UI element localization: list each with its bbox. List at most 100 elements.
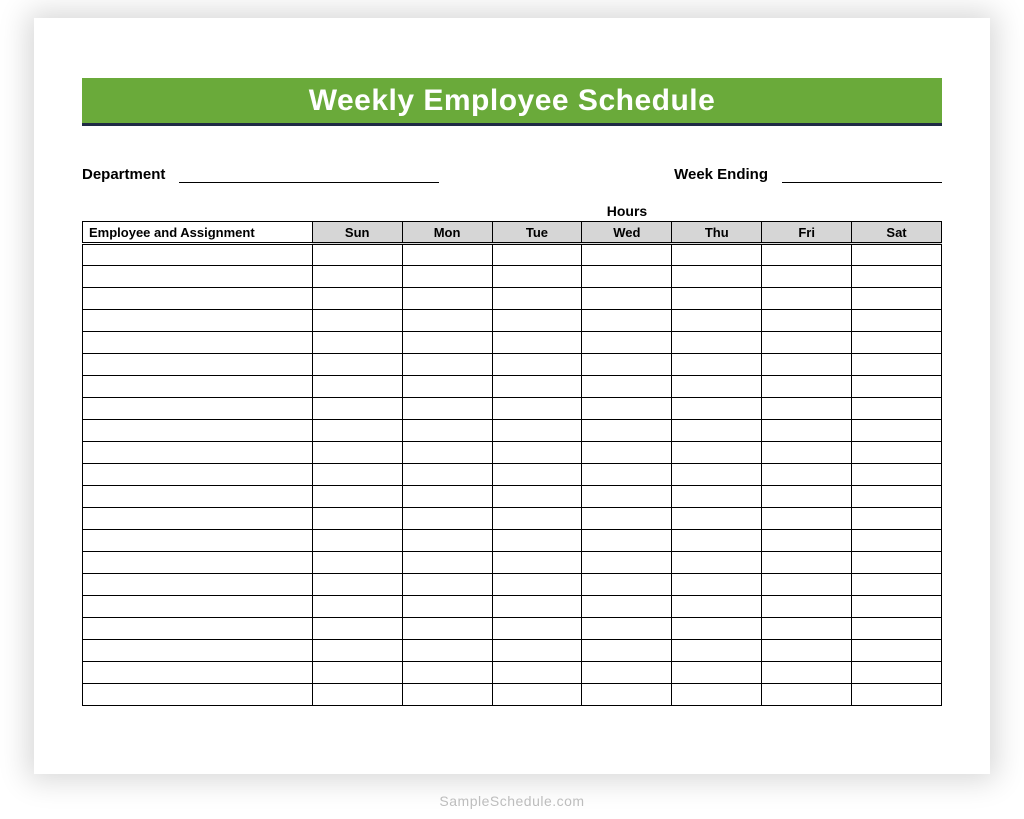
cell-wed[interactable] — [582, 508, 672, 530]
cell-thu[interactable] — [672, 508, 762, 530]
cell-mon[interactable] — [402, 244, 492, 266]
cell-sun[interactable] — [312, 640, 402, 662]
cell-employee[interactable] — [83, 310, 313, 332]
cell-sun[interactable] — [312, 508, 402, 530]
cell-fri[interactable] — [762, 420, 852, 442]
cell-fri[interactable] — [762, 508, 852, 530]
cell-thu[interactable] — [672, 266, 762, 288]
cell-employee[interactable] — [83, 398, 313, 420]
cell-sat[interactable] — [852, 244, 942, 266]
cell-thu[interactable] — [672, 420, 762, 442]
cell-wed[interactable] — [582, 376, 672, 398]
cell-tue[interactable] — [492, 508, 582, 530]
cell-wed[interactable] — [582, 442, 672, 464]
cell-tue[interactable] — [492, 464, 582, 486]
cell-sun[interactable] — [312, 574, 402, 596]
cell-thu[interactable] — [672, 354, 762, 376]
cell-wed[interactable] — [582, 464, 672, 486]
cell-fri[interactable] — [762, 288, 852, 310]
cell-wed[interactable] — [582, 640, 672, 662]
cell-employee[interactable] — [83, 266, 313, 288]
cell-sat[interactable] — [852, 464, 942, 486]
cell-employee[interactable] — [83, 442, 313, 464]
cell-employee[interactable] — [83, 288, 313, 310]
cell-employee[interactable] — [83, 420, 313, 442]
cell-sun[interactable] — [312, 552, 402, 574]
cell-tue[interactable] — [492, 288, 582, 310]
cell-mon[interactable] — [402, 640, 492, 662]
cell-wed[interactable] — [582, 310, 672, 332]
cell-sun[interactable] — [312, 420, 402, 442]
cell-fri[interactable] — [762, 442, 852, 464]
cell-thu[interactable] — [672, 398, 762, 420]
cell-fri[interactable] — [762, 684, 852, 706]
cell-sat[interactable] — [852, 486, 942, 508]
cell-tue[interactable] — [492, 310, 582, 332]
cell-sun[interactable] — [312, 662, 402, 684]
cell-fri[interactable] — [762, 618, 852, 640]
cell-wed[interactable] — [582, 244, 672, 266]
cell-employee[interactable] — [83, 574, 313, 596]
cell-mon[interactable] — [402, 464, 492, 486]
cell-fri[interactable] — [762, 310, 852, 332]
cell-tue[interactable] — [492, 354, 582, 376]
cell-employee[interactable] — [83, 354, 313, 376]
cell-wed[interactable] — [582, 662, 672, 684]
cell-employee[interactable] — [83, 684, 313, 706]
cell-sun[interactable] — [312, 288, 402, 310]
cell-mon[interactable] — [402, 684, 492, 706]
cell-fri[interactable] — [762, 530, 852, 552]
cell-wed[interactable] — [582, 530, 672, 552]
cell-tue[interactable] — [492, 684, 582, 706]
cell-mon[interactable] — [402, 530, 492, 552]
cell-mon[interactable] — [402, 596, 492, 618]
cell-thu[interactable] — [672, 662, 762, 684]
cell-tue[interactable] — [492, 420, 582, 442]
cell-thu[interactable] — [672, 574, 762, 596]
cell-thu[interactable] — [672, 464, 762, 486]
cell-thu[interactable] — [672, 244, 762, 266]
cell-sun[interactable] — [312, 376, 402, 398]
cell-wed[interactable] — [582, 684, 672, 706]
cell-tue[interactable] — [492, 398, 582, 420]
cell-fri[interactable] — [762, 244, 852, 266]
cell-mon[interactable] — [402, 662, 492, 684]
cell-sat[interactable] — [852, 332, 942, 354]
cell-employee[interactable] — [83, 244, 313, 266]
cell-employee[interactable] — [83, 662, 313, 684]
cell-wed[interactable] — [582, 288, 672, 310]
cell-mon[interactable] — [402, 618, 492, 640]
cell-fri[interactable] — [762, 398, 852, 420]
cell-fri[interactable] — [762, 662, 852, 684]
cell-employee[interactable] — [83, 552, 313, 574]
cell-sat[interactable] — [852, 420, 942, 442]
cell-mon[interactable] — [402, 486, 492, 508]
cell-wed[interactable] — [582, 574, 672, 596]
cell-mon[interactable] — [402, 288, 492, 310]
cell-mon[interactable] — [402, 310, 492, 332]
cell-wed[interactable] — [582, 332, 672, 354]
cell-sat[interactable] — [852, 596, 942, 618]
cell-sat[interactable] — [852, 552, 942, 574]
cell-sun[interactable] — [312, 266, 402, 288]
cell-sun[interactable] — [312, 310, 402, 332]
cell-mon[interactable] — [402, 354, 492, 376]
cell-tue[interactable] — [492, 596, 582, 618]
cell-employee[interactable] — [83, 530, 313, 552]
cell-wed[interactable] — [582, 354, 672, 376]
cell-sat[interactable] — [852, 442, 942, 464]
cell-thu[interactable] — [672, 596, 762, 618]
cell-fri[interactable] — [762, 464, 852, 486]
cell-sat[interactable] — [852, 684, 942, 706]
cell-fri[interactable] — [762, 552, 852, 574]
cell-sat[interactable] — [852, 530, 942, 552]
cell-employee[interactable] — [83, 332, 313, 354]
cell-tue[interactable] — [492, 640, 582, 662]
cell-tue[interactable] — [492, 662, 582, 684]
cell-tue[interactable] — [492, 530, 582, 552]
cell-thu[interactable] — [672, 486, 762, 508]
cell-wed[interactable] — [582, 486, 672, 508]
cell-wed[interactable] — [582, 420, 672, 442]
cell-employee[interactable] — [83, 596, 313, 618]
cell-sun[interactable] — [312, 618, 402, 640]
